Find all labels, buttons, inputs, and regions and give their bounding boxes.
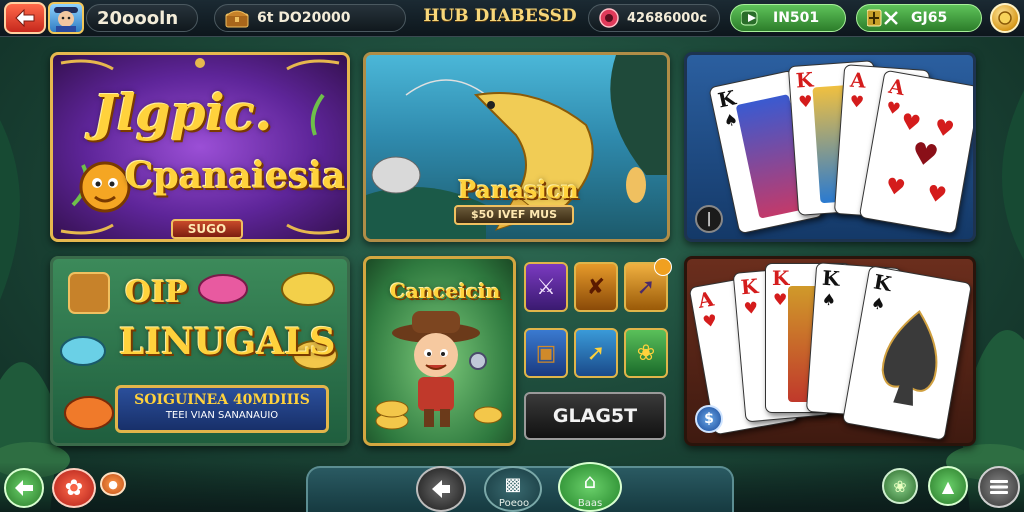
explorer-avatar-icon: [54, 7, 78, 32]
card-rank: K: [739, 273, 760, 300]
bonus-pill-1[interactable]: IN501: [730, 4, 846, 32]
menu-button[interactable]: [978, 466, 1020, 508]
nav-home-label: Baas: [577, 498, 603, 509]
explorer-character-art: [375, 311, 503, 430]
heart-icon: ♥: [773, 290, 788, 309]
tools-icon: [867, 9, 898, 27]
gems-value: 42686000c: [627, 10, 708, 26]
fishgame-title-line1: OIP: [125, 275, 188, 310]
settings-gear-icon: ✿: [64, 475, 84, 501]
puzzle-icon: ▩: [504, 473, 522, 495]
game-tile-cards-top[interactable]: K ♠ K ♥ A ♥ A ♥ ♥ ♥ ♥ ♥ ♥ |: [684, 52, 976, 242]
card-rank: K: [795, 67, 815, 93]
svg-text:♥: ♥: [883, 174, 907, 202]
magic-plate: SUGO: [171, 219, 243, 239]
item-slot-wand[interactable]: ➚: [574, 328, 618, 378]
heart-icon: ♥: [742, 297, 759, 319]
fish-title: Panasicn: [458, 175, 579, 204]
magic-title-line1: Jlgpic.: [93, 83, 273, 142]
left-arrow-icon: [15, 480, 33, 496]
heart-icon: ♥: [849, 91, 865, 112]
card-rank: K: [821, 265, 841, 291]
card-help-button[interactable]: $: [695, 405, 723, 433]
magic-title-line2: Cpanaiesia: [125, 155, 346, 197]
game-tile-explorer[interactable]: Canceicin: [363, 256, 516, 446]
game-tile-cards-bottom[interactable]: A ♥ K ♥ K ♥ K ♠ K ♠ $: [684, 256, 976, 446]
heart-icon: ♥: [701, 310, 719, 332]
game-tile-magic[interactable]: Jlgpic. Cpanaiesia SUGO: [50, 52, 350, 242]
svg-text:♥: ♥: [909, 136, 942, 175]
axe-icon: ✘: [586, 274, 606, 300]
coin-icon: [998, 11, 1012, 25]
fishgame-title-line2: LINUGALS: [119, 321, 336, 363]
spade-art: [881, 310, 938, 406]
wand-icon: ➚: [586, 340, 606, 366]
bonus-pill-2[interactable]: GJ65: [856, 4, 982, 32]
card-rank: A: [696, 286, 716, 313]
rewards-button[interactable]: ❀: [882, 468, 918, 504]
sword-icon: ⚔: [536, 274, 556, 300]
treasure-counter[interactable]: 6t DO20000: [214, 4, 406, 32]
glass-button[interactable]: GLAG5T: [524, 392, 666, 440]
fish-plate: $50 IVEF MUS: [454, 205, 574, 225]
nav-center-label: Poeoo: [498, 498, 530, 509]
card-rank: A: [886, 73, 907, 101]
hub-title: HUB DIABESSD: [423, 6, 577, 26]
treasure-chest-icon: [225, 10, 249, 28]
back-arrow-icon: [15, 9, 35, 27]
explorer-title: Canceicin: [390, 279, 501, 303]
item-slot-sword[interactable]: ⚔: [524, 262, 568, 312]
spade-icon: ♠: [821, 289, 837, 310]
bell-icon: ●: [108, 477, 118, 491]
gems-counter[interactable]: 42686000c: [588, 4, 720, 32]
dollar-icon: $: [704, 411, 714, 427]
back-nav-button[interactable]: [4, 468, 44, 508]
info-icon: |: [706, 211, 712, 227]
info-button[interactable]: |: [695, 205, 723, 233]
svg-text:♥: ♥: [925, 181, 949, 209]
settings-button[interactable]: ✿: [52, 468, 96, 508]
heart-icon: ♥: [797, 91, 814, 112]
top-bar: 20oooln 6t DO20000 HUB DIABESSD 42686000…: [0, 0, 1024, 37]
home-icon: ⌂: [583, 469, 597, 493]
clover-icon: ❀: [893, 476, 907, 496]
treasure-value: 6t DO20000: [257, 10, 351, 26]
back-button[interactable]: [4, 2, 46, 34]
play-arrow-icon: [432, 480, 450, 498]
svg-text:♥: ♥: [899, 109, 923, 137]
card-rank: A: [849, 67, 867, 93]
speed-arrow-icon: [741, 10, 758, 26]
item-slot-bow[interactable]: ❀: [624, 328, 668, 378]
item-slot-chest[interactable]: ▣: [524, 328, 568, 378]
new-badge-icon: [654, 258, 672, 276]
fishgame-banner: SOIGUINEA 40MDIIIS TEEI VIAN SANANAUIO: [115, 385, 329, 433]
game-tile-fish-game[interactable]: OIP LINUGALS SOIGUINEA 40MDIIIS TEEI VIA…: [50, 256, 350, 446]
bow-icon: ❀: [636, 340, 656, 366]
leaf-icon: ▲: [941, 476, 955, 496]
item-slot-axe[interactable]: ✘: [574, 262, 618, 312]
fishgame-banner-line2: TEEI VIAN SANANAUIO: [165, 410, 279, 421]
item-slot-spear[interactable]: ➚: [624, 258, 672, 312]
player-name: 20oooln: [97, 7, 179, 29]
player-name-pill[interactable]: 20oooln: [86, 4, 198, 32]
spear-icon: ➚: [636, 274, 656, 300]
notification-button[interactable]: ●: [100, 472, 126, 496]
coin-shop-button[interactable]: [990, 3, 1020, 33]
card-rank: K: [772, 266, 790, 290]
friends-button[interactable]: ▲: [928, 466, 968, 506]
card-rank: K: [871, 269, 894, 297]
fishgame-banner-line1: SOIGUINEA 40MDIIIS: [134, 392, 310, 408]
bonus-pill-2-value: GJ65: [911, 10, 948, 26]
chest-icon: ▣: [535, 340, 557, 366]
card-rank: K: [715, 85, 738, 113]
gem-icon: [599, 8, 619, 28]
bonus-pill-1-value: IN501: [773, 10, 820, 26]
nav-play-button[interactable]: [416, 466, 466, 512]
game-tile-fishing[interactable]: Panasicn $50 IVEF MUS: [363, 52, 670, 242]
player-avatar[interactable]: [48, 2, 84, 34]
menu-icon: [990, 480, 1008, 494]
